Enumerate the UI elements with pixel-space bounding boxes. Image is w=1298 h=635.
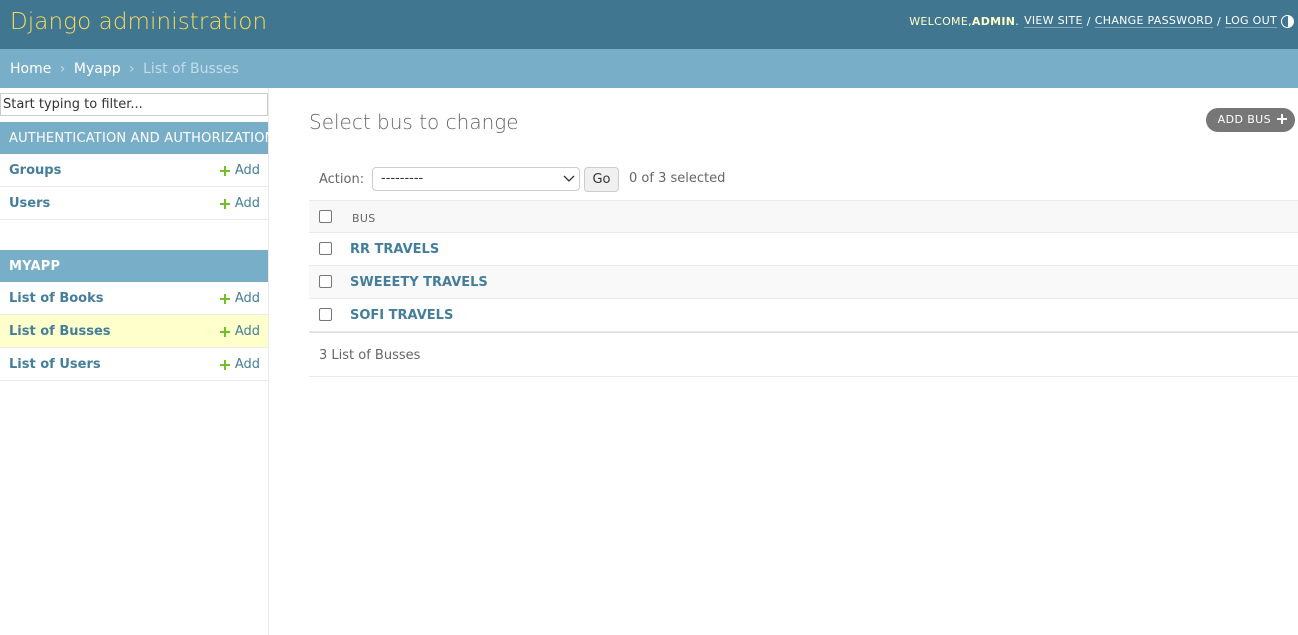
breadcrumb: Home › Myapp › List of Busses [0, 49, 1298, 88]
breadcrumb-home[interactable]: Home [10, 61, 51, 77]
change-password-link[interactable]: CHANGE PASSWORD [1094, 14, 1214, 28]
actions-bar: Action: --------- Go 0 of 3 selected [309, 165, 1298, 200]
table-header-row: BUS [309, 200, 1298, 233]
nav-sidebar: AUTHENTICATION AND AUTHORIZATION Groups … [0, 88, 274, 635]
add-groups-link[interactable]: Add [219, 163, 260, 178]
add-label: Add [234, 196, 260, 211]
breadcrumb-current: List of Busses [143, 61, 239, 77]
module-link-auth[interactable]: AUTHENTICATION AND AUTHORIZATION [9, 131, 275, 146]
separator: / [1217, 14, 1222, 28]
sidebar-item-list-of-busses: List of Busses Add [0, 315, 268, 348]
table-row: RR TRAVELS [309, 233, 1298, 266]
plus-icon [219, 198, 230, 209]
row-link[interactable]: RR TRAVELS [350, 242, 439, 257]
main-content: Select bus to change ADD BUS Action: ---… [309, 88, 1298, 635]
sidebar-link-users[interactable]: Users [9, 196, 50, 211]
header: Django administration WELCOME, ADMIN . V… [0, 0, 1298, 49]
row-checkbox[interactable] [319, 242, 332, 255]
module-myapp: MYAPP List of Books Add List of Busses A… [0, 250, 268, 381]
action-counter: 0 of 3 selected [629, 171, 726, 186]
module-link-myapp[interactable]: MYAPP [9, 259, 60, 274]
add-list-of-users-link[interactable]: Add [219, 357, 260, 372]
sidebar-item-users: Users Add [0, 187, 268, 220]
result-count: 3 List of Busses [319, 348, 421, 363]
row-checkbox[interactable] [319, 275, 332, 288]
add-label: Add [234, 357, 260, 372]
welcome-text: WELCOME, [909, 14, 972, 28]
separator: / [1086, 14, 1091, 28]
sidebar-item-list-of-users: List of Users Add [0, 348, 268, 381]
action-label: Action: [319, 172, 365, 187]
module-caption-auth: AUTHENTICATION AND AUTHORIZATION [0, 122, 274, 154]
plus-icon [219, 165, 230, 176]
plus-icon [219, 359, 230, 370]
add-bus-label: ADD BUS [1217, 113, 1271, 126]
sidebar-link-groups[interactable]: Groups [9, 163, 61, 178]
sidebar-link-list-of-users[interactable]: List of Users [9, 357, 101, 372]
result-list-table: BUS RR TRAVELS SWEEETY TRAVELS SOFI TRAV… [309, 200, 1298, 332]
nav-filter-input[interactable] [0, 93, 268, 116]
row-checkbox[interactable] [319, 308, 332, 321]
column-header-bus[interactable]: BUS [352, 212, 375, 225]
table-row: SOFI TRAVELS [309, 299, 1298, 332]
add-list-of-busses-link[interactable]: Add [219, 324, 260, 339]
row-link[interactable]: SOFI TRAVELS [350, 308, 453, 323]
theme-toggle-icon[interactable] [1281, 14, 1294, 28]
breadcrumb-app[interactable]: Myapp [74, 61, 121, 77]
sidebar-link-list-of-books[interactable]: List of Books [9, 291, 104, 306]
select-all-checkbox[interactable] [319, 210, 332, 223]
go-button[interactable]: Go [584, 167, 619, 192]
chevron-down-icon [563, 175, 575, 182]
sidebar-item-groups: Groups Add [0, 154, 268, 187]
plus-icon [1277, 114, 1287, 124]
user-tools: WELCOME, ADMIN . VIEW SITE / CHANGE PASS… [909, 14, 1294, 28]
view-site-link[interactable]: VIEW SITE [1024, 14, 1083, 28]
add-label: Add [234, 163, 260, 178]
site-brand[interactable]: Django administration [10, 9, 267, 35]
action-select-value: --------- [381, 171, 424, 186]
add-list-of-books-link[interactable]: Add [219, 291, 260, 306]
row-link[interactable]: SWEEETY TRAVELS [350, 275, 488, 290]
module-caption-myapp: MYAPP [0, 250, 268, 282]
breadcrumb-separator: › [59, 61, 66, 77]
action-select[interactable]: --------- [372, 167, 580, 191]
add-bus-button[interactable]: ADD BUS [1205, 108, 1295, 132]
sidebar-link-list-of-busses[interactable]: List of Busses [9, 324, 111, 339]
username: ADMIN [971, 14, 1016, 28]
add-label: Add [234, 324, 260, 339]
add-users-link[interactable]: Add [219, 196, 260, 211]
welcome-period: . [1015, 14, 1020, 28]
add-label: Add [234, 291, 260, 306]
log-out-link[interactable]: LOG OUT [1225, 14, 1277, 28]
plus-icon [219, 293, 230, 304]
module-auth: AUTHENTICATION AND AUTHORIZATION Groups … [0, 122, 274, 220]
page-title: Select bus to change [309, 110, 519, 134]
plus-icon [219, 326, 230, 337]
sidebar-item-list-of-books: List of Books Add [0, 282, 268, 315]
table-row: SWEEETY TRAVELS [309, 266, 1298, 299]
paginator: 3 List of Busses [309, 332, 1298, 377]
breadcrumb-separator: › [129, 61, 135, 77]
